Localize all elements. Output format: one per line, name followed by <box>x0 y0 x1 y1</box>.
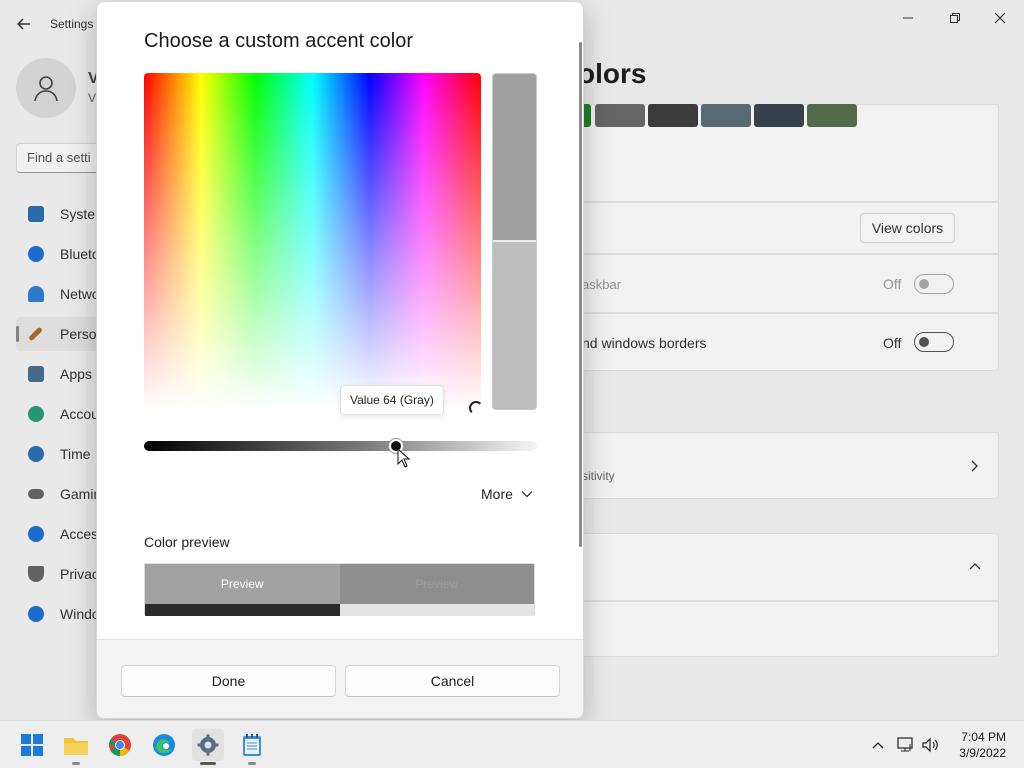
color-spectrum[interactable] <box>144 73 481 410</box>
spectrum-selection-marker[interactable] <box>469 401 483 415</box>
cancel-button[interactable]: Cancel <box>345 665 560 697</box>
value-slider[interactable] <box>144 439 537 453</box>
preview-text-light: Preview <box>339 564 534 604</box>
network-icon <box>897 737 913 752</box>
volume-button[interactable] <box>921 735 941 755</box>
clock[interactable]: 7:04 PM 3/9/2022 <box>959 729 1006 761</box>
clock-date: 3/9/2022 <box>959 746 1006 760</box>
dialog-title: Choose a custom accent color <box>144 30 414 52</box>
taskbar-chrome[interactable] <box>104 729 136 761</box>
taskbar-settings[interactable] <box>192 729 224 765</box>
folder-icon <box>64 738 88 755</box>
value-tooltip: Value 64 (Gray) <box>340 385 444 415</box>
dialog-scrollbar[interactable] <box>579 42 582 547</box>
taskbar-notepad[interactable] <box>236 729 268 765</box>
preview-text-dark: Preview <box>145 564 340 604</box>
show-hidden-icons-button[interactable] <box>868 735 888 755</box>
more-button[interactable]: More <box>481 486 533 502</box>
preview-dark-strip <box>145 604 340 616</box>
active-indicator <box>200 762 216 765</box>
preview-light-mode: Preview <box>339 564 534 616</box>
chrome-icon <box>109 734 131 756</box>
chevron-up-icon <box>872 742 884 749</box>
previous-color <box>493 74 536 242</box>
color-preview-label: Color preview <box>144 534 230 550</box>
preview-dark-mode: Preview <box>145 564 340 616</box>
more-label: More <box>481 486 513 502</box>
preview-light-strip <box>339 604 534 616</box>
accent-color-dialog: Choose a custom accent color Value 64 (G… <box>96 1 584 719</box>
edge-icon <box>153 734 175 756</box>
chevron-down-icon <box>521 491 533 498</box>
clock-time: 7:04 PM <box>961 730 1006 744</box>
network-button[interactable] <box>896 735 916 755</box>
taskbar: 7:04 PM 3/9/2022 <box>0 720 1024 768</box>
taskbar-file-explorer[interactable] <box>60 729 92 765</box>
taskbar-edge[interactable] <box>148 729 180 761</box>
color-preview: Preview Preview <box>144 563 535 616</box>
notepad-icon <box>243 734 261 756</box>
windows-logo-icon <box>21 734 43 756</box>
mouse-cursor-icon <box>397 448 411 468</box>
running-indicator <box>248 762 256 765</box>
done-button[interactable]: Done <box>121 665 336 697</box>
running-indicator <box>72 762 80 765</box>
gear-icon <box>197 734 219 756</box>
color-value-preview <box>492 73 537 410</box>
speaker-icon <box>922 737 938 753</box>
start-button[interactable] <box>16 729 48 761</box>
